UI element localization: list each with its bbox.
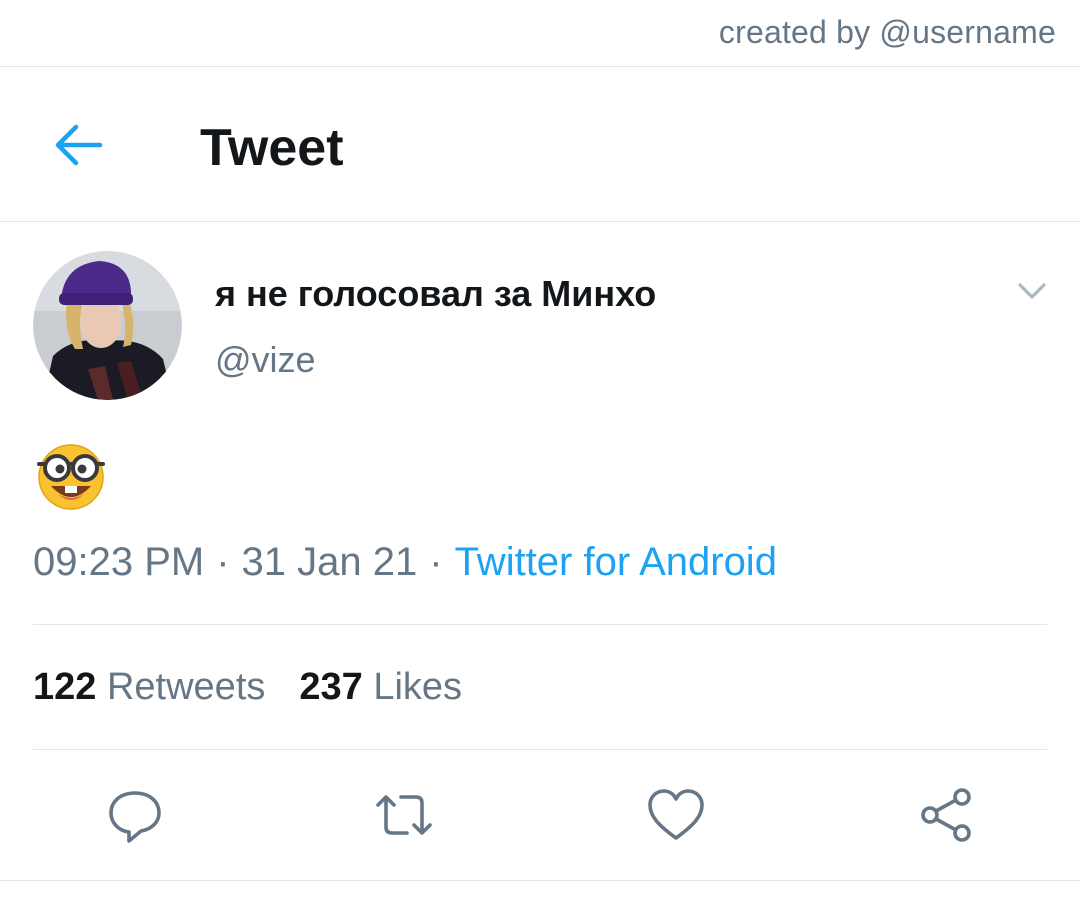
tweet-date: 31 Jan 21 [241, 540, 418, 584]
stats-divider [33, 749, 1047, 750]
tweet-meta: 09:23 PM · 31 Jan 21 · Twitter for Android [33, 540, 777, 585]
retweet-icon[interactable] [374, 785, 434, 845]
author-display-name[interactable]: я не голосовал за Минхо [215, 273, 656, 315]
likes-label: Likes [373, 666, 463, 708]
meta-separator: · [429, 540, 443, 584]
meta-separator: · [216, 540, 230, 584]
like-icon[interactable] [646, 785, 706, 845]
retweets-count: 122 [33, 666, 97, 708]
page-title: Tweet [200, 119, 344, 177]
reply-icon[interactable] [105, 785, 165, 845]
tweet-stats: 122 Retweets 237 Likes [33, 666, 462, 709]
back-arrow-icon[interactable] [52, 122, 104, 168]
header-divider [0, 221, 1080, 222]
tweet-page: created by @username Tweet я не голосова… [0, 0, 1080, 898]
author-handle[interactable]: @vize [215, 339, 316, 381]
tweet-time: 09:23 PM [33, 540, 205, 584]
credit-text: created by @username [718, 14, 1056, 50]
top-divider [0, 66, 1080, 67]
likes-count: 237 [299, 666, 363, 708]
bottom-divider [0, 880, 1080, 881]
meta-divider [33, 624, 1047, 625]
chevron-down-icon[interactable] [1016, 280, 1048, 302]
share-icon[interactable] [916, 785, 976, 845]
likes-stat[interactable]: 237 Likes [299, 666, 462, 708]
retweets-stat[interactable]: 122 Retweets [33, 666, 265, 708]
retweets-label: Retweets [106, 666, 266, 708]
tweet-source-link[interactable]: Twitter for Android [455, 540, 777, 584]
nerd-face-emoji [37, 444, 105, 510]
avatar[interactable] [33, 251, 182, 400]
